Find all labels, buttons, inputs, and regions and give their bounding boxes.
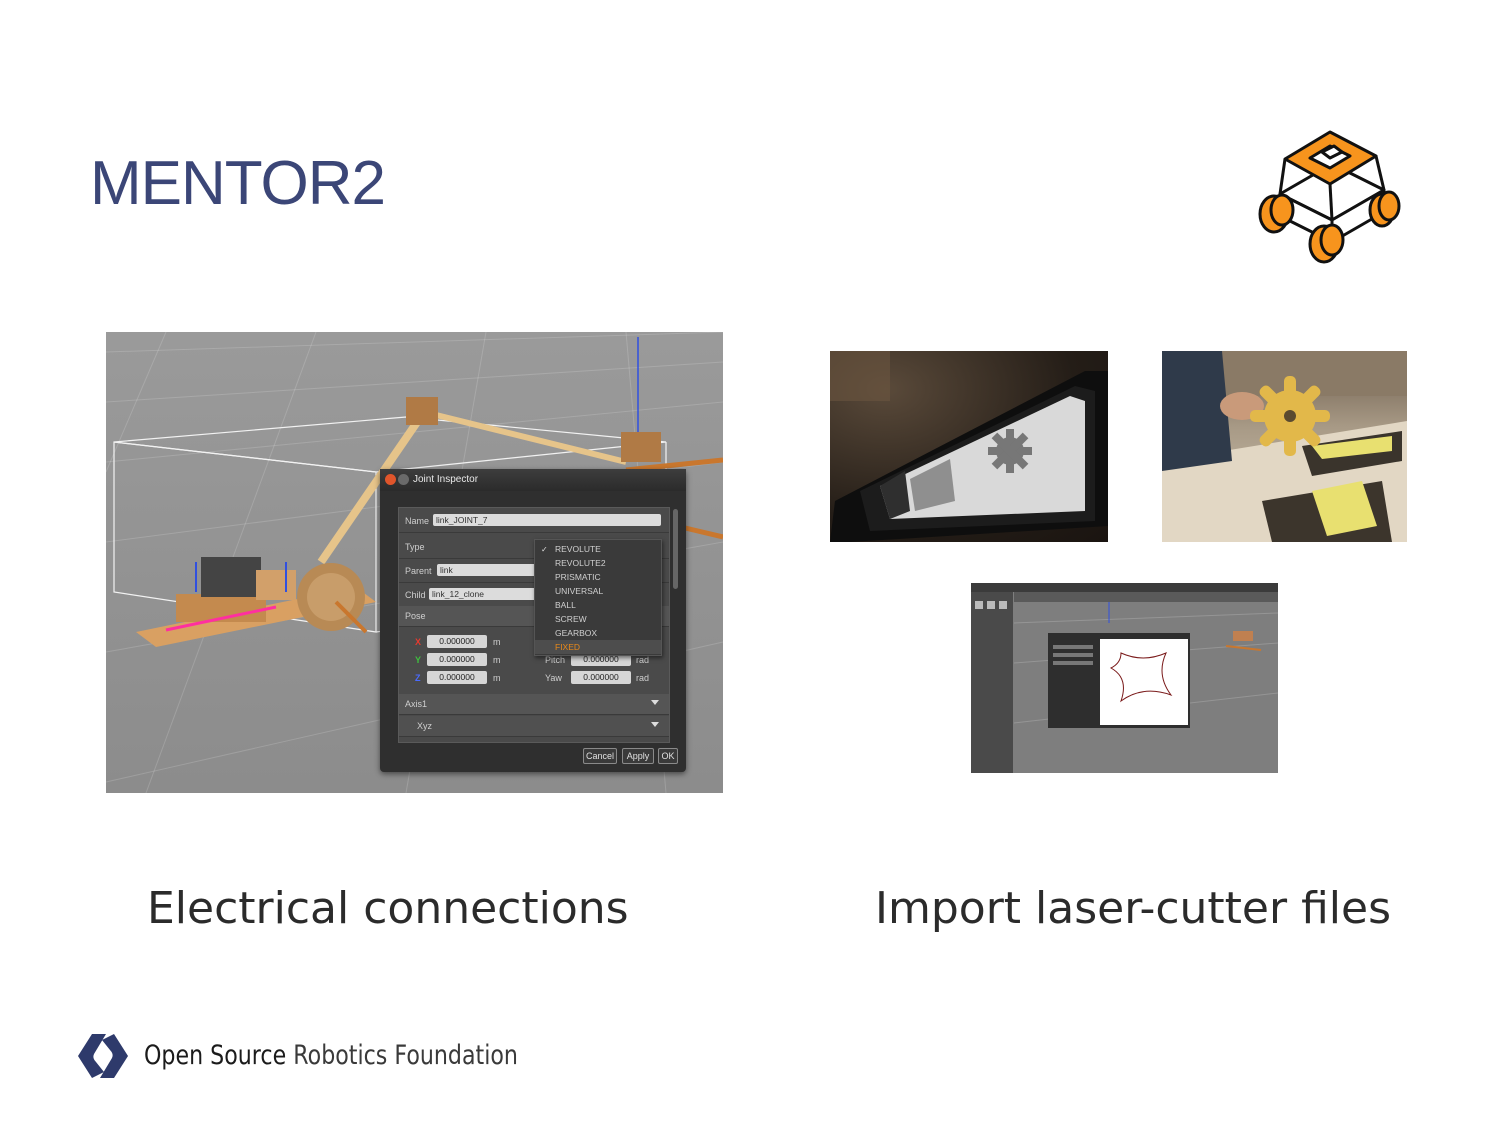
z-spinbox[interactable]: 0.000000 (427, 671, 487, 684)
yaw-label: Yaw (545, 673, 562, 683)
type-dropdown-menu: ✓ REVOLUTE REVOLUTE2 PRISMATIC UNIVERSAL… (534, 539, 662, 656)
type-option-fixed[interactable]: FIXED (555, 642, 580, 652)
child-label: Child (405, 590, 426, 600)
right-caption: Import laser-cutter files (875, 883, 1392, 934)
left-caption: Electrical connections (147, 883, 629, 934)
parent-select[interactable]: link (437, 564, 537, 576)
checkmark-icon: ✓ (541, 545, 548, 554)
gear-assembly-photo (1162, 351, 1407, 542)
yaw-spinbox[interactable]: 0.000000 (571, 671, 631, 684)
svg-import-screenshot-art (971, 583, 1278, 773)
osrf-brand-bold: Open Source (144, 1040, 287, 1071)
apply-button[interactable]: Apply (622, 748, 654, 764)
name-label: Name (405, 516, 430, 526)
pitch-label: Pitch (545, 655, 566, 665)
osrf-wordmark: Open Source Robotics Foundation (144, 1040, 518, 1071)
scrollbar[interactable] (673, 509, 678, 589)
y-unit: m (493, 655, 501, 665)
ok-button[interactable]: OK (658, 748, 678, 764)
osrf-logo-icon (78, 1034, 128, 1078)
laptop-photo-art (830, 351, 1108, 542)
type-label: Type (405, 542, 425, 552)
osrf-brand-light: Robotics Foundation (293, 1040, 518, 1071)
axis1-chevron-down-icon[interactable] (651, 700, 659, 705)
dialog-titlebar: Joint Inspector (380, 469, 686, 491)
child-select[interactable]: link_12_clone (429, 588, 537, 600)
name-row: Name link_JOINT_7 (399, 508, 669, 533)
type-option-screw[interactable]: SCREW (555, 614, 587, 624)
yaw-unit: rad (636, 673, 650, 683)
laptop-photo (830, 351, 1108, 542)
minimize-icon[interactable] (398, 474, 409, 485)
cancel-button[interactable]: Cancel (583, 748, 617, 764)
axis1-label: Axis1 (405, 699, 428, 709)
y-axis-label: Y (415, 655, 422, 665)
parent-label: Parent (405, 566, 432, 576)
y-spinbox[interactable]: 0.000000 (427, 653, 487, 666)
z-axis-label: Z (415, 673, 421, 683)
type-option-gearbox[interactable]: GEARBOX (555, 628, 597, 638)
pitch-unit: rad (636, 655, 650, 665)
close-icon[interactable] (385, 474, 396, 485)
gear-assembly-photo-art (1162, 351, 1407, 542)
pose-label: Pose (405, 611, 426, 621)
type-option-prismatic[interactable]: PRISMATIC (555, 572, 601, 582)
xyz-chevron-down-icon[interactable] (651, 722, 659, 727)
x-spinbox[interactable]: 0.000000 (427, 635, 487, 648)
svg-import-screenshot (971, 583, 1278, 773)
x-unit: m (493, 637, 501, 647)
axis1-section[interactable]: Axis1 (399, 694, 669, 715)
name-input[interactable]: link_JOINT_7 (433, 514, 661, 526)
xyz-section[interactable]: Xyz (399, 716, 669, 737)
type-option-universal[interactable]: UNIVERSAL (555, 586, 603, 596)
dialog-title: Joint Inspector (413, 474, 479, 485)
type-option-revolute2[interactable]: REVOLUTE2 (555, 558, 606, 568)
xyz-label: Xyz (417, 721, 433, 731)
highlighted-option-bg (535, 640, 661, 654)
type-option-revolute[interactable]: REVOLUTE (555, 544, 601, 554)
robot-logo-icon (1258, 130, 1401, 264)
x-axis-label: X (415, 637, 422, 647)
type-option-ball[interactable]: BALL (555, 600, 576, 610)
slide-title: MENTOR2 (90, 149, 386, 218)
z-unit: m (493, 673, 501, 683)
